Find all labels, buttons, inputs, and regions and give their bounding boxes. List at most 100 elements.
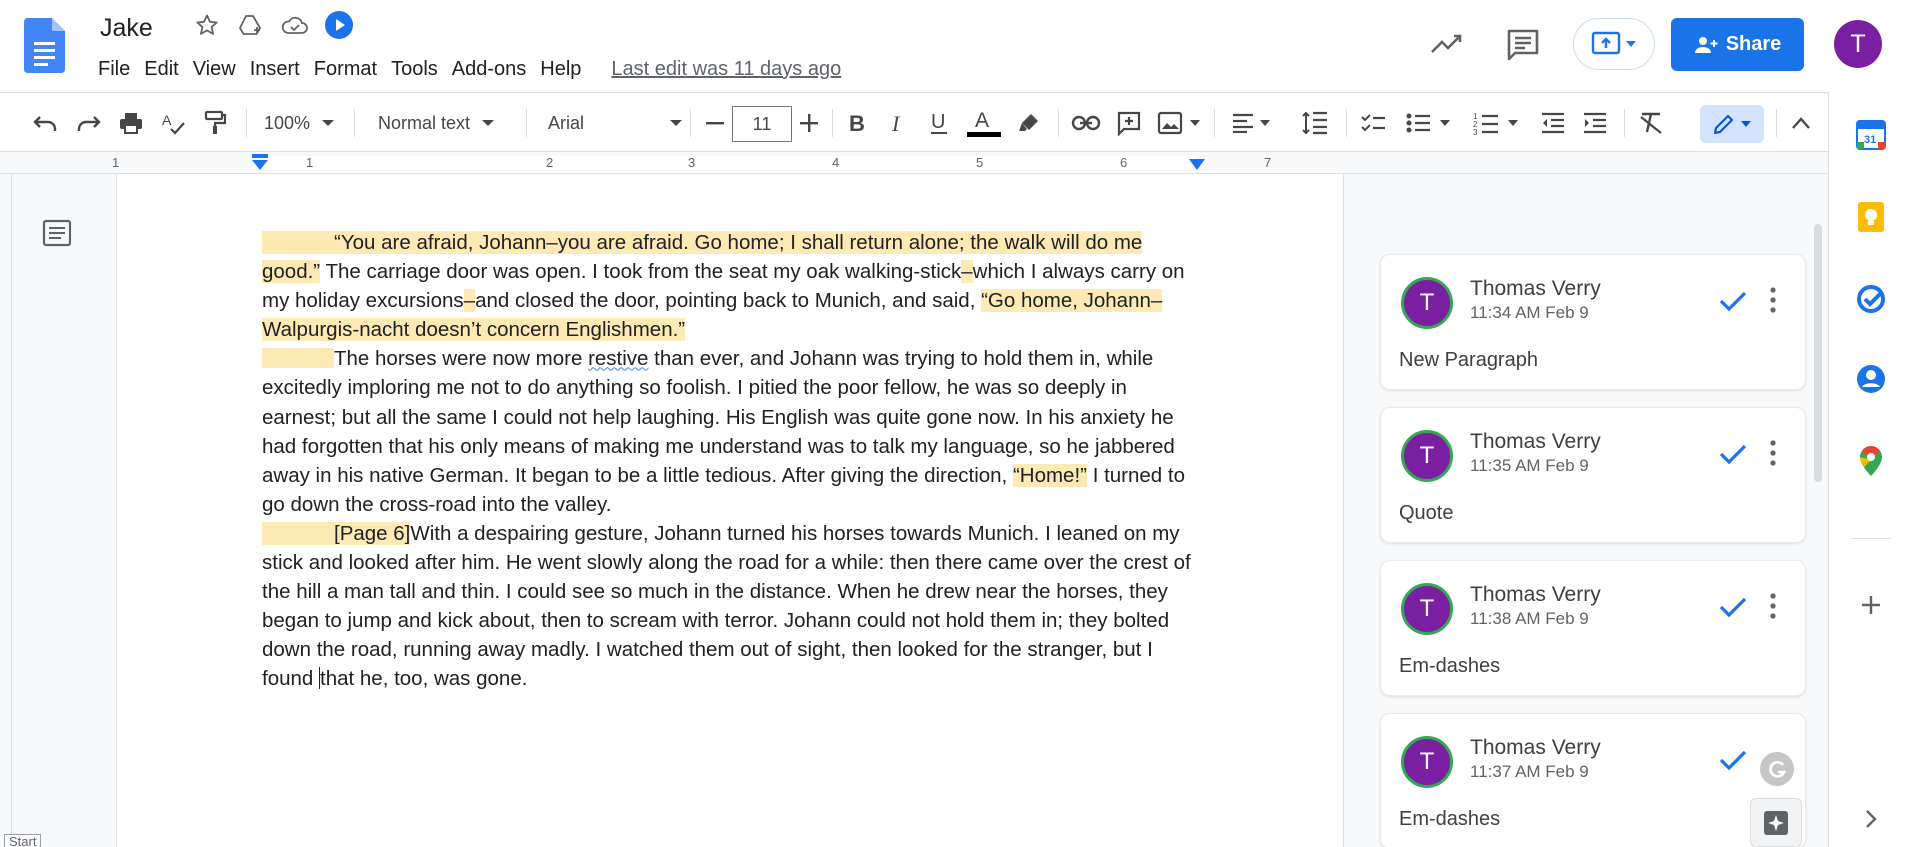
decrease-font-size-button[interactable] xyxy=(700,106,730,140)
spelling-suggestion[interactable]: restive xyxy=(588,347,648,370)
vertical-ruler[interactable] xyxy=(0,174,12,847)
grammarly-icon[interactable] xyxy=(1760,752,1794,786)
zoom-select[interactable]: 100% xyxy=(264,106,340,140)
contacts-icon[interactable] xyxy=(1856,364,1886,394)
bullet-list-icon[interactable] xyxy=(1400,106,1456,140)
share-button[interactable]: Share xyxy=(1671,18,1804,71)
resolve-check-icon[interactable] xyxy=(1717,285,1749,317)
svg-text:A: A xyxy=(162,112,172,128)
checklist-icon[interactable] xyxy=(1356,106,1390,140)
bold-icon[interactable]: B xyxy=(842,106,872,140)
link-icon[interactable] xyxy=(1068,106,1104,140)
highlighted-dash: – xyxy=(961,260,973,284)
document-body[interactable]: “You are afraid, Johann–you are afraid. … xyxy=(262,228,1202,694)
calendar-icon[interactable]: 31 xyxy=(1856,120,1886,150)
comment-card[interactable]: T Thomas Verry 11:35 AM Feb 9 Quote xyxy=(1380,407,1806,543)
google-docs-app: Jake File Edit View Insert Format Tools … xyxy=(0,0,1912,847)
add-person-icon xyxy=(1694,36,1718,53)
style-select[interactable]: Normal text xyxy=(378,106,508,140)
tasks-icon[interactable] xyxy=(1856,284,1886,314)
menu-bar: File Edit View Insert Format Tools Add-o… xyxy=(92,56,841,83)
menu-addons[interactable]: Add-ons xyxy=(446,56,533,83)
explore-button[interactable] xyxy=(1750,798,1802,847)
menu-view[interactable]: View xyxy=(187,56,242,83)
svg-text:A: A xyxy=(975,109,989,132)
comment-author: Thomas Verry xyxy=(1470,583,1601,606)
undo-icon[interactable] xyxy=(28,106,62,140)
paint-format-icon[interactable] xyxy=(198,106,232,140)
underline-icon[interactable]: U xyxy=(924,106,954,140)
comment-card[interactable]: T Thomas Verry 11:37 AM Feb 9 Em-dashes xyxy=(1380,713,1806,847)
more-options-icon[interactable] xyxy=(1767,285,1779,315)
move-to-drive-icon[interactable] xyxy=(236,10,266,40)
menu-edit[interactable]: Edit xyxy=(138,56,184,83)
font-size-input[interactable]: 11 xyxy=(732,106,792,142)
menu-format[interactable]: Format xyxy=(308,56,383,83)
more-options-icon[interactable] xyxy=(1767,438,1779,468)
redo-icon[interactable] xyxy=(72,106,106,140)
chevron-down-icon xyxy=(1741,121,1751,127)
font-select[interactable]: Arial xyxy=(548,106,682,140)
menu-help[interactable]: Help xyxy=(534,56,587,83)
add-addon-icon[interactable] xyxy=(1856,590,1886,620)
document-outline-icon[interactable] xyxy=(42,218,72,248)
document-title[interactable]: Jake xyxy=(100,14,153,43)
resolve-check-icon[interactable] xyxy=(1717,591,1749,623)
editing-mode-button[interactable] xyxy=(1700,105,1764,143)
chevron-down-icon xyxy=(1626,41,1636,47)
resolve-check-icon[interactable] xyxy=(1717,438,1749,470)
keep-icon[interactable] xyxy=(1856,202,1886,232)
indent-marker-icon[interactable] xyxy=(250,154,270,172)
activity-dashboard-icon[interactable] xyxy=(1428,26,1464,62)
right-indent-marker-icon[interactable] xyxy=(1188,158,1206,172)
meet-present-icon[interactable] xyxy=(324,10,354,40)
present-button[interactable] xyxy=(1573,18,1655,70)
align-icon[interactable] xyxy=(1226,106,1276,140)
ruler-number: 6 xyxy=(1120,155,1128,170)
resolve-check-icon[interactable] xyxy=(1717,744,1749,776)
comment-card[interactable]: T Thomas Verry 11:34 AM Feb 9 New Paragr… xyxy=(1380,254,1806,390)
svg-text:U: U xyxy=(931,111,945,133)
comment-text: Em-dashes xyxy=(1399,808,1501,830)
decrease-indent-icon[interactable] xyxy=(1536,106,1570,140)
comment-time: 11:38 AM Feb 9 xyxy=(1470,609,1589,628)
last-edit-link[interactable]: Last edit was 11 days ago xyxy=(611,58,841,81)
expand-panel-icon[interactable] xyxy=(1856,804,1886,834)
title-bar: Jake File Edit View Insert Format Tools … xyxy=(0,0,1912,92)
zoom-value: 100% xyxy=(264,112,311,133)
spellcheck-icon[interactable]: A xyxy=(156,106,190,140)
star-icon[interactable] xyxy=(192,10,222,40)
increase-indent-icon[interactable] xyxy=(1578,106,1612,140)
collapse-menus-icon[interactable] xyxy=(1784,106,1818,140)
italic-icon[interactable]: I xyxy=(884,106,914,140)
avatar: T xyxy=(1401,277,1453,329)
highlighted-dash: – xyxy=(463,289,476,313)
comment-text: Quote xyxy=(1399,502,1454,524)
menu-file[interactable]: File xyxy=(92,56,136,83)
image-icon[interactable] xyxy=(1154,106,1204,140)
paragraph-2: The horses were now more restive than ev… xyxy=(262,347,1186,516)
maps-icon[interactable] xyxy=(1856,446,1886,476)
docs-logo-icon[interactable] xyxy=(24,18,65,73)
highlight-icon[interactable] xyxy=(1012,106,1046,140)
add-comment-icon[interactable] xyxy=(1112,106,1146,140)
avatar: T xyxy=(1401,583,1453,635)
comment-history-icon[interactable] xyxy=(1504,26,1542,64)
menu-tools[interactable]: Tools xyxy=(385,56,444,83)
print-icon[interactable] xyxy=(114,106,148,140)
menu-insert[interactable]: Insert xyxy=(244,56,306,83)
clear-format-icon[interactable] xyxy=(1634,106,1668,140)
comment-card[interactable]: T Thomas Verry 11:38 AM Feb 9 Em-dashes xyxy=(1380,560,1806,696)
share-label: Share xyxy=(1725,33,1782,55)
more-options-icon[interactable] xyxy=(1767,591,1779,621)
pencil-icon xyxy=(1713,114,1734,135)
increase-font-size-button[interactable] xyxy=(794,106,824,140)
line-spacing-icon[interactable] xyxy=(1298,106,1332,140)
horizontal-ruler[interactable]: 1 1 2 3 4 5 6 7 xyxy=(0,152,1828,174)
text-color-icon[interactable]: A xyxy=(966,106,1002,140)
account-avatar[interactable]: T xyxy=(1834,20,1882,68)
numbered-list-icon[interactable]: 123 xyxy=(1468,106,1524,140)
comments-scrollbar[interactable] xyxy=(1814,224,1822,482)
cloud-status-icon[interactable] xyxy=(280,10,310,40)
avatar: T xyxy=(1401,736,1453,788)
